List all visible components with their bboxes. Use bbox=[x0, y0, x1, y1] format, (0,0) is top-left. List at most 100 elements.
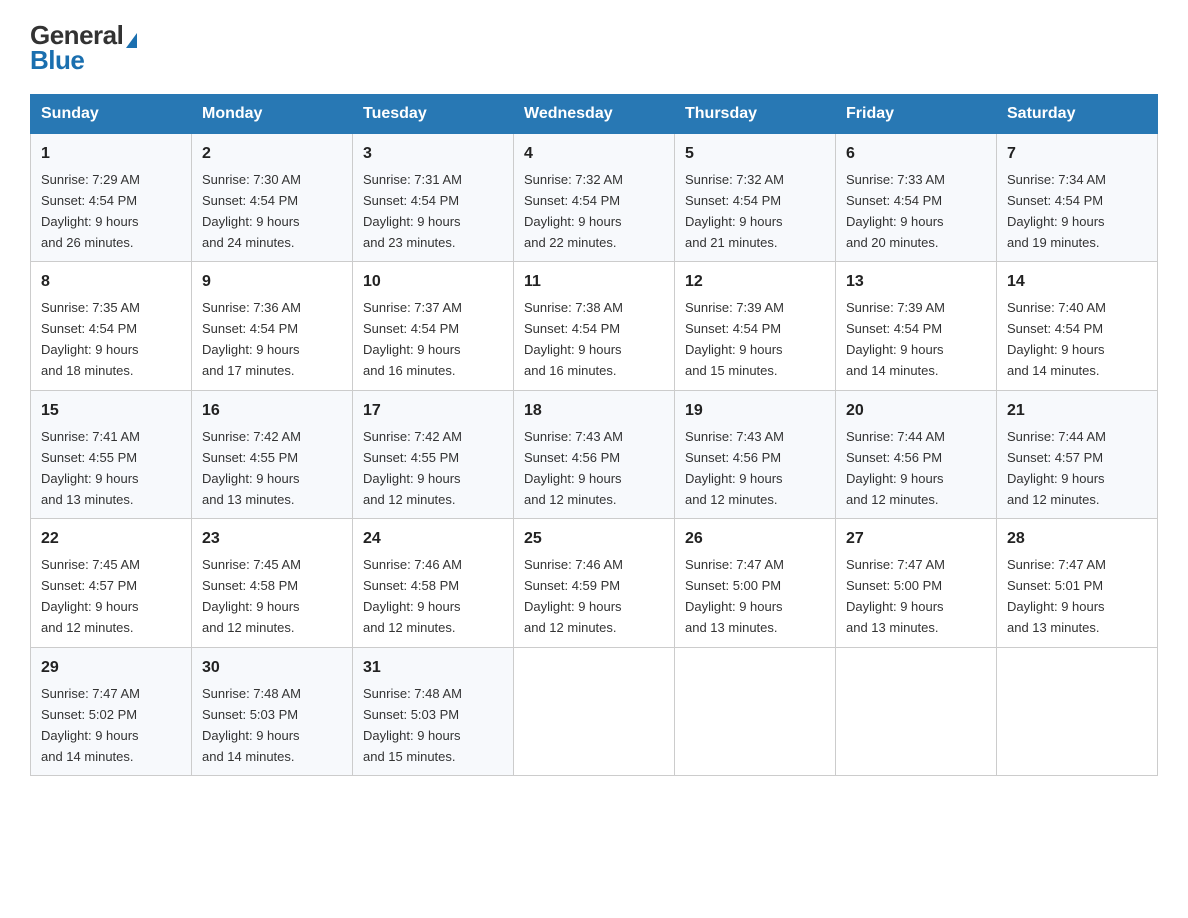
calendar-week-row: 8 Sunrise: 7:35 AMSunset: 4:54 PMDaylight… bbox=[31, 262, 1158, 390]
day-number: 9 bbox=[202, 270, 342, 295]
day-number: 8 bbox=[41, 270, 181, 295]
calendar-cell: 12Sunrise: 7:39 AMSunset: 4:54 PMDayligh… bbox=[675, 262, 836, 390]
calendar-cell: 29 Sunrise: 7:47 AMSunset: 5:02 PMDayligh… bbox=[31, 647, 192, 775]
logo-blue-text: Blue bbox=[30, 45, 84, 76]
day-info: Sunrise: 7:44 AMSunset: 4:56 PMDaylight:… bbox=[846, 429, 945, 507]
calendar-cell: 20Sunrise: 7:44 AMSunset: 4:56 PMDayligh… bbox=[836, 390, 997, 518]
calendar-cell: 9Sunrise: 7:36 AMSunset: 4:54 PMDaylight… bbox=[192, 262, 353, 390]
day-info: Sunrise: 7:48 AMSunset: 5:03 PMDaylight:… bbox=[363, 686, 462, 764]
day-number: 2 bbox=[202, 142, 342, 167]
day-number: 23 bbox=[202, 527, 342, 552]
calendar-cell: 26Sunrise: 7:47 AMSunset: 5:00 PMDayligh… bbox=[675, 519, 836, 647]
day-info: Sunrise: 7:44 AMSunset: 4:57 PMDaylight:… bbox=[1007, 429, 1106, 507]
calendar-cell: 10Sunrise: 7:37 AMSunset: 4:54 PMDayligh… bbox=[353, 262, 514, 390]
day-number: 25 bbox=[524, 527, 664, 552]
day-info: Sunrise: 7:29 AMSunset: 4:54 PMDaylight:… bbox=[41, 172, 140, 250]
calendar-cell: 27 Sunrise: 7:47 AMSunset: 5:00 PMDayligh… bbox=[836, 519, 997, 647]
day-info: Sunrise: 7:43 AMSunset: 4:56 PMDaylight:… bbox=[685, 429, 784, 507]
day-number: 11 bbox=[524, 270, 664, 295]
day-info: Sunrise: 7:37 AMSunset: 4:54 PMDaylight:… bbox=[363, 300, 462, 378]
calendar-table: SundayMondayTuesdayWednesdayThursdayFrid… bbox=[30, 94, 1158, 776]
day-info: Sunrise: 7:39 AMSunset: 4:54 PMDaylight:… bbox=[846, 300, 945, 378]
day-info: Sunrise: 7:32 AMSunset: 4:54 PMDaylight:… bbox=[685, 172, 784, 250]
day-info: Sunrise: 7:46 AMSunset: 4:59 PMDaylight:… bbox=[524, 557, 623, 635]
col-header-saturday: Saturday bbox=[997, 95, 1158, 134]
calendar-cell: 11 Sunrise: 7:38 AMSunset: 4:54 PMDayligh… bbox=[514, 262, 675, 390]
day-number: 28 bbox=[1007, 527, 1147, 552]
day-info: Sunrise: 7:46 AMSunset: 4:58 PMDaylight:… bbox=[363, 557, 462, 635]
calendar-header-row: SundayMondayTuesdayWednesdayThursdayFrid… bbox=[31, 95, 1158, 134]
day-info: Sunrise: 7:47 AMSunset: 5:01 PMDaylight:… bbox=[1007, 557, 1106, 635]
day-number: 29 bbox=[41, 656, 181, 681]
day-info: Sunrise: 7:47 AMSunset: 5:00 PMDaylight:… bbox=[846, 557, 945, 635]
col-header-friday: Friday bbox=[836, 95, 997, 134]
calendar-cell: 22 Sunrise: 7:45 AMSunset: 4:57 PMDayligh… bbox=[31, 519, 192, 647]
day-number: 16 bbox=[202, 399, 342, 424]
day-number: 15 bbox=[41, 399, 181, 424]
calendar-cell: 6 Sunrise: 7:33 AMSunset: 4:54 PMDaylight… bbox=[836, 134, 997, 262]
day-info: Sunrise: 7:30 AMSunset: 4:54 PMDaylight:… bbox=[202, 172, 301, 250]
day-info: Sunrise: 7:34 AMSunset: 4:54 PMDaylight:… bbox=[1007, 172, 1106, 250]
calendar-week-row: 29 Sunrise: 7:47 AMSunset: 5:02 PMDayligh… bbox=[31, 647, 1158, 775]
day-number: 30 bbox=[202, 656, 342, 681]
day-info: Sunrise: 7:39 AMSunset: 4:54 PMDaylight:… bbox=[685, 300, 784, 378]
calendar-cell: 15 Sunrise: 7:41 AMSunset: 4:55 PMDayligh… bbox=[31, 390, 192, 518]
calendar-cell: 14 Sunrise: 7:40 AMSunset: 4:54 PMDayligh… bbox=[997, 262, 1158, 390]
calendar-cell: 19Sunrise: 7:43 AMSunset: 4:56 PMDayligh… bbox=[675, 390, 836, 518]
day-info: Sunrise: 7:33 AMSunset: 4:54 PMDaylight:… bbox=[846, 172, 945, 250]
day-info: Sunrise: 7:35 AMSunset: 4:54 PMDaylight:… bbox=[41, 300, 140, 378]
day-info: Sunrise: 7:45 AMSunset: 4:57 PMDaylight:… bbox=[41, 557, 140, 635]
calendar-cell: 1 Sunrise: 7:29 AMSunset: 4:54 PMDaylight… bbox=[31, 134, 192, 262]
day-info: Sunrise: 7:42 AMSunset: 4:55 PMDaylight:… bbox=[202, 429, 301, 507]
col-header-sunday: Sunday bbox=[31, 95, 192, 134]
day-number: 31 bbox=[363, 656, 503, 681]
calendar-cell bbox=[675, 647, 836, 775]
calendar-cell: 24 Sunrise: 7:46 AMSunset: 4:58 PMDayligh… bbox=[353, 519, 514, 647]
calendar-cell: 28 Sunrise: 7:47 AMSunset: 5:01 PMDayligh… bbox=[997, 519, 1158, 647]
day-number: 14 bbox=[1007, 270, 1147, 295]
day-info: Sunrise: 7:38 AMSunset: 4:54 PMDaylight:… bbox=[524, 300, 623, 378]
calendar-cell bbox=[514, 647, 675, 775]
calendar-week-row: 22 Sunrise: 7:45 AMSunset: 4:57 PMDayligh… bbox=[31, 519, 1158, 647]
day-info: Sunrise: 7:47 AMSunset: 5:02 PMDaylight:… bbox=[41, 686, 140, 764]
calendar-cell: 4 Sunrise: 7:32 AMSunset: 4:54 PMDaylight… bbox=[514, 134, 675, 262]
day-number: 6 bbox=[846, 142, 986, 167]
day-info: Sunrise: 7:47 AMSunset: 5:00 PMDaylight:… bbox=[685, 557, 784, 635]
calendar-cell: 7Sunrise: 7:34 AMSunset: 4:54 PMDaylight… bbox=[997, 134, 1158, 262]
calendar-cell: 23 Sunrise: 7:45 AMSunset: 4:58 PMDayligh… bbox=[192, 519, 353, 647]
calendar-cell: 30 Sunrise: 7:48 AMSunset: 5:03 PMDayligh… bbox=[192, 647, 353, 775]
calendar-cell: 25 Sunrise: 7:46 AMSunset: 4:59 PMDayligh… bbox=[514, 519, 675, 647]
day-info: Sunrise: 7:40 AMSunset: 4:54 PMDaylight:… bbox=[1007, 300, 1106, 378]
page-header: General Blue bbox=[30, 20, 1158, 76]
calendar-cell: 2 Sunrise: 7:30 AMSunset: 4:54 PMDaylight… bbox=[192, 134, 353, 262]
day-number: 5 bbox=[685, 142, 825, 167]
day-number: 21 bbox=[1007, 399, 1147, 424]
day-info: Sunrise: 7:31 AMSunset: 4:54 PMDaylight:… bbox=[363, 172, 462, 250]
calendar-cell: 5 Sunrise: 7:32 AMSunset: 4:54 PMDaylight… bbox=[675, 134, 836, 262]
day-info: Sunrise: 7:45 AMSunset: 4:58 PMDaylight:… bbox=[202, 557, 301, 635]
day-info: Sunrise: 7:42 AMSunset: 4:55 PMDaylight:… bbox=[363, 429, 462, 507]
calendar-cell: 31 Sunrise: 7:48 AMSunset: 5:03 PMDayligh… bbox=[353, 647, 514, 775]
day-info: Sunrise: 7:43 AMSunset: 4:56 PMDaylight:… bbox=[524, 429, 623, 507]
day-number: 1 bbox=[41, 142, 181, 167]
calendar-cell: 18Sunrise: 7:43 AMSunset: 4:56 PMDayligh… bbox=[514, 390, 675, 518]
day-number: 22 bbox=[41, 527, 181, 552]
logo: General Blue bbox=[30, 20, 137, 76]
day-number: 4 bbox=[524, 142, 664, 167]
calendar-cell: 3 Sunrise: 7:31 AMSunset: 4:54 PMDaylight… bbox=[353, 134, 514, 262]
calendar-cell bbox=[836, 647, 997, 775]
day-number: 3 bbox=[363, 142, 503, 167]
col-header-monday: Monday bbox=[192, 95, 353, 134]
calendar-cell: 17Sunrise: 7:42 AMSunset: 4:55 PMDayligh… bbox=[353, 390, 514, 518]
day-info: Sunrise: 7:41 AMSunset: 4:55 PMDaylight:… bbox=[41, 429, 140, 507]
calendar-week-row: 1 Sunrise: 7:29 AMSunset: 4:54 PMDaylight… bbox=[31, 134, 1158, 262]
day-info: Sunrise: 7:32 AMSunset: 4:54 PMDaylight:… bbox=[524, 172, 623, 250]
day-number: 24 bbox=[363, 527, 503, 552]
calendar-cell: 8 Sunrise: 7:35 AMSunset: 4:54 PMDaylight… bbox=[31, 262, 192, 390]
calendar-cell: 16 Sunrise: 7:42 AMSunset: 4:55 PMDayligh… bbox=[192, 390, 353, 518]
day-info: Sunrise: 7:48 AMSunset: 5:03 PMDaylight:… bbox=[202, 686, 301, 764]
logo-triangle-icon bbox=[126, 33, 137, 48]
calendar-cell: 21 Sunrise: 7:44 AMSunset: 4:57 PMDayligh… bbox=[997, 390, 1158, 518]
day-number: 27 bbox=[846, 527, 986, 552]
calendar-week-row: 15 Sunrise: 7:41 AMSunset: 4:55 PMDayligh… bbox=[31, 390, 1158, 518]
